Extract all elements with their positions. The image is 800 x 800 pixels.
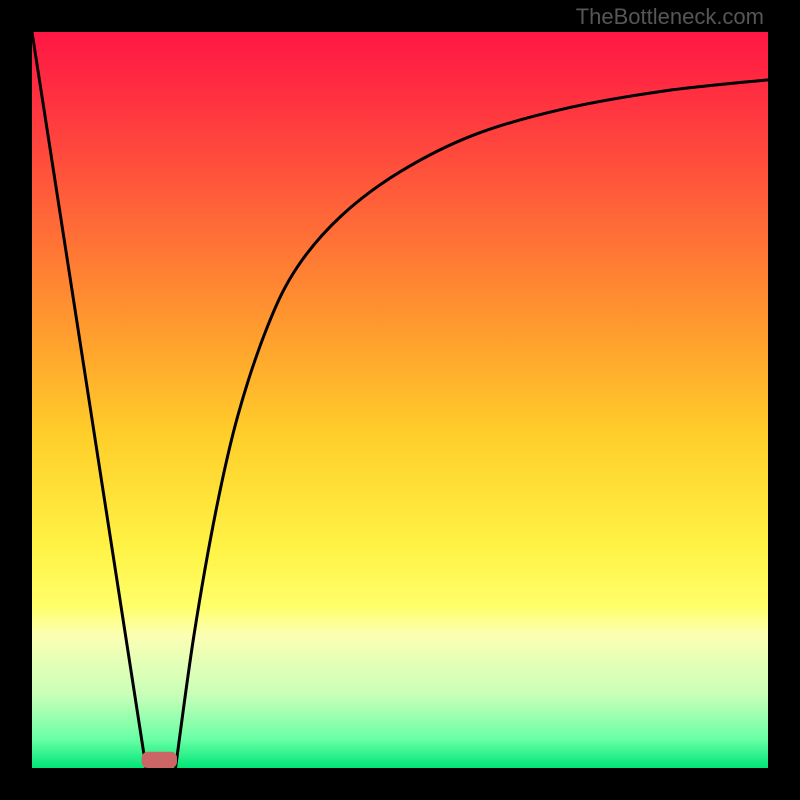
plot-area [32, 32, 768, 768]
right-curve [176, 80, 768, 768]
curves-layer [32, 32, 768, 768]
trough-marker [142, 752, 177, 768]
watermark-text: TheBottleneck.com [576, 4, 764, 30]
left-line [32, 32, 146, 768]
chart-container: TheBottleneck.com [0, 0, 800, 800]
